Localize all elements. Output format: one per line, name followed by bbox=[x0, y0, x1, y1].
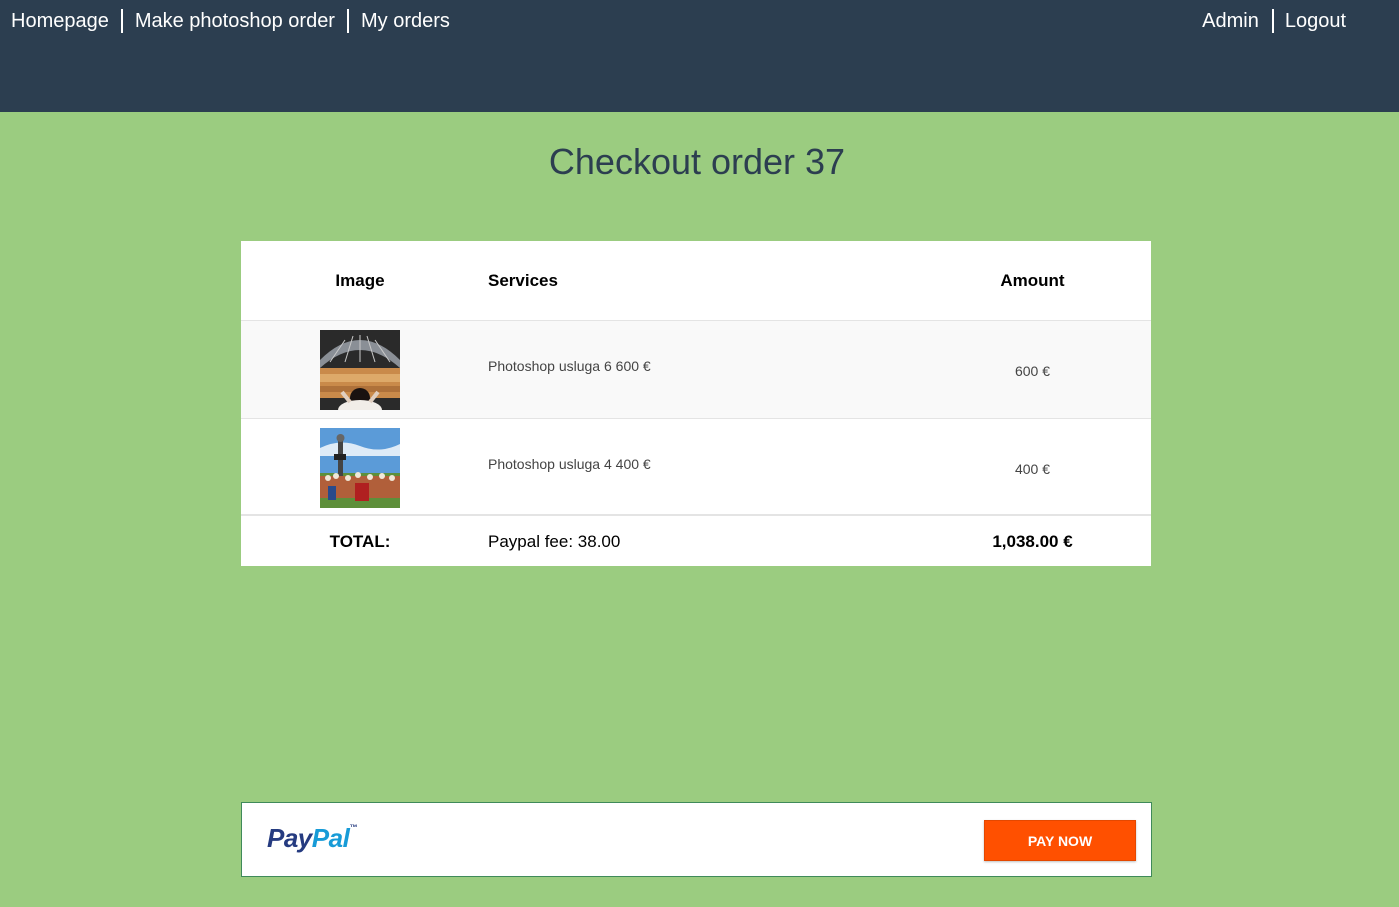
paypal-checkout-panel: PayPal™ PAY NOW bbox=[241, 802, 1152, 877]
service-amount: 400 € bbox=[1014, 461, 1051, 477]
user-nav: Admin Logout bbox=[1202, 9, 1346, 33]
order-image-thumbnail bbox=[320, 428, 400, 508]
header-image: Image bbox=[335, 271, 385, 290]
nav-link-logout[interactable]: Logout bbox=[1271, 9, 1346, 33]
total-label: TOTAL: bbox=[329, 532, 391, 551]
order-image-thumbnail bbox=[320, 330, 400, 410]
page-title: Checkout order 37 bbox=[548, 141, 846, 182]
total-amount: 1,038.00 € bbox=[992, 532, 1073, 551]
paypal-fee: Paypal fee: 38.00 bbox=[488, 532, 621, 551]
service-amount: 600 € bbox=[1014, 363, 1051, 379]
table-total-row: TOTAL: Paypal fee: 38.00 1,038.00 € bbox=[241, 516, 1151, 566]
main-nav: Homepage Make photoshop order My orders bbox=[11, 9, 450, 33]
paypal-logo-pal: Pal bbox=[311, 823, 350, 853]
header-amount: Amount bbox=[1000, 271, 1065, 290]
header-services: Services bbox=[488, 271, 558, 290]
top-navigation-bar: Homepage Make photoshop order My orders … bbox=[0, 0, 1399, 112]
order-summary-table: Image Services Amount Photoshop usluga 6… bbox=[241, 241, 1151, 566]
pay-now-button[interactable]: PAY NOW bbox=[984, 820, 1136, 861]
table-row: Photoshop usluga 4 400 € 400 € bbox=[241, 419, 1151, 516]
service-name: Photoshop usluga 6 600 € bbox=[488, 358, 651, 374]
paypal-logo-pay: Pay bbox=[267, 823, 312, 853]
nav-link-homepage[interactable]: Homepage bbox=[11, 9, 121, 33]
nav-link-my-orders[interactable]: My orders bbox=[346, 9, 450, 33]
paypal-trademark: ™ bbox=[349, 823, 357, 832]
table-row: Photoshop usluga 6 600 € 600 € bbox=[241, 321, 1151, 419]
nav-link-admin[interactable]: Admin bbox=[1202, 9, 1259, 33]
service-name: Photoshop usluga 4 400 € bbox=[488, 456, 651, 472]
table-header-row: Image Services Amount bbox=[241, 241, 1151, 321]
paypal-logo: PayPal™ bbox=[267, 823, 357, 854]
nav-link-make-photoshop-order[interactable]: Make photoshop order bbox=[120, 9, 347, 33]
